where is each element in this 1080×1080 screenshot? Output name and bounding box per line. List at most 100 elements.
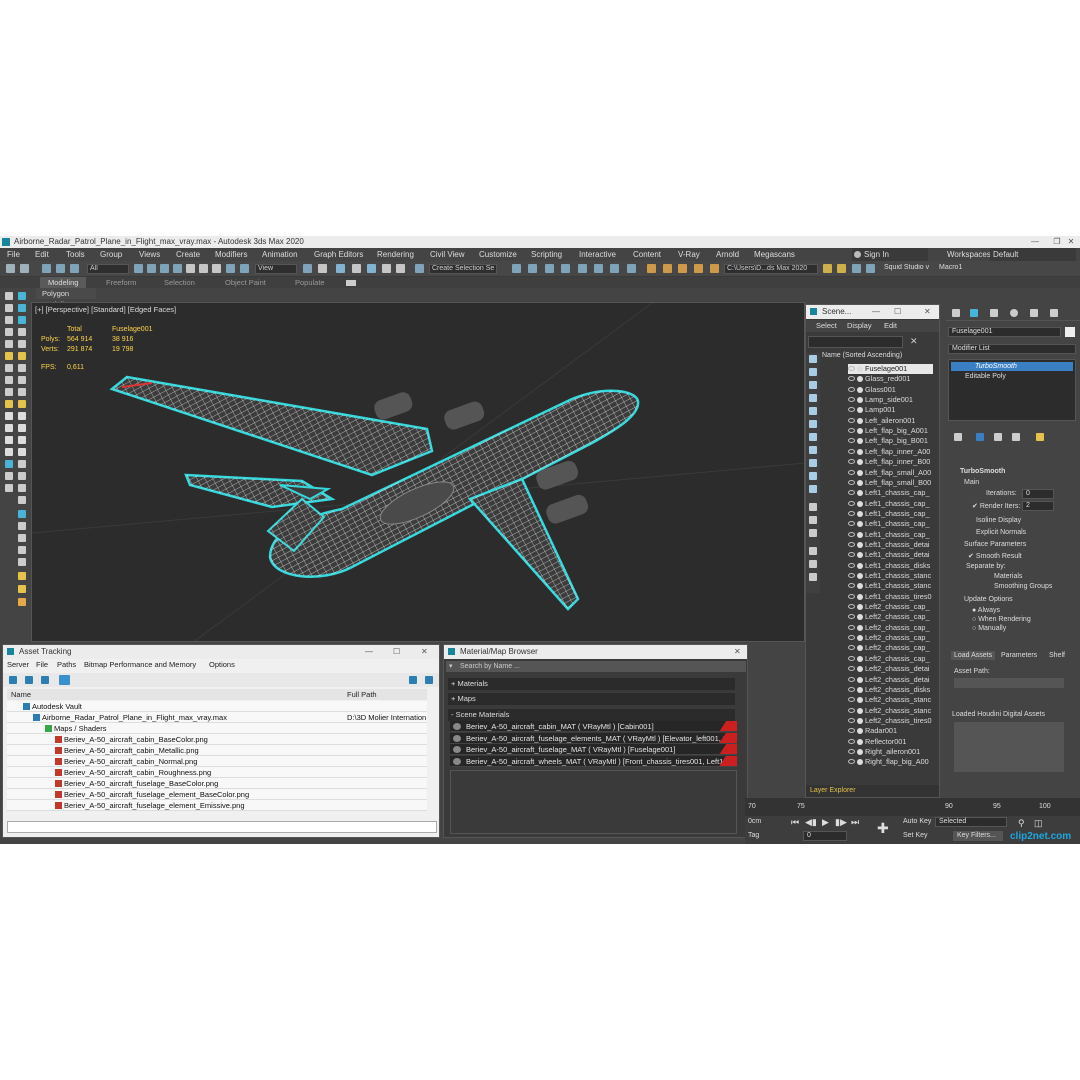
scene-object-row[interactable]: Left1_chassis_cap_ <box>848 488 933 498</box>
table-view-icon[interactable] <box>59 675 70 685</box>
tool-14-icon[interactable] <box>18 364 26 372</box>
menu-customize[interactable]: Customize <box>479 248 517 261</box>
scene-object-row[interactable]: Left1_chassis_detai <box>848 550 933 560</box>
render-frame-icon[interactable] <box>647 264 656 273</box>
scene-object-row[interactable]: Left_flap_big_B001 <box>848 436 933 446</box>
visibility-eye-icon[interactable] <box>848 624 855 630</box>
render-cloud-icon[interactable] <box>710 264 719 273</box>
tool-1-icon[interactable] <box>5 292 13 300</box>
remove-modifier-icon[interactable] <box>1012 433 1020 441</box>
rotate-icon[interactable] <box>199 264 208 273</box>
filter-helpers-icon[interactable] <box>809 407 817 415</box>
freeze-icon[interactable] <box>857 490 863 497</box>
visibility-eye-icon[interactable] <box>848 552 855 558</box>
current-frame-field[interactable]: 0 <box>803 831 847 841</box>
tool-10-icon[interactable] <box>18 340 26 348</box>
filter-groups-icon[interactable] <box>809 433 817 441</box>
scene-object-row[interactable]: Radar001 <box>848 726 933 736</box>
filter-settings-icon[interactable] <box>809 560 817 568</box>
utilities-tab-icon[interactable] <box>1050 309 1058 317</box>
tool-34-icon[interactable] <box>18 484 26 492</box>
scene-object-row[interactable]: Left2_chassis_cap_ <box>848 643 933 653</box>
freeze-icon[interactable] <box>857 655 863 662</box>
asset-row[interactable]: Maps / Shaders <box>7 723 427 734</box>
visibility-eye-icon[interactable] <box>848 759 855 765</box>
iterations-spinner[interactable]: 0 <box>1022 489 1054 499</box>
freeze-icon[interactable] <box>857 552 863 559</box>
asset-path-field[interactable] <box>954 678 1064 688</box>
tool-15-icon[interactable] <box>5 376 13 384</box>
select-manipulate-icon[interactable] <box>318 264 327 273</box>
visibility-eye-icon[interactable] <box>848 707 855 713</box>
scene-search-input[interactable] <box>808 336 903 348</box>
scene-object-row[interactable]: Left1_chassis_cap_ <box>848 530 933 540</box>
visibility-eye-icon[interactable] <box>848 469 855 475</box>
loaded-assets-list[interactable] <box>954 722 1064 772</box>
named-selection-dropdown[interactable]: Create Selection Se <box>429 264 497 274</box>
scene-object-row[interactable]: Glass001 <box>848 385 933 395</box>
object-color-swatch[interactable] <box>1065 327 1075 337</box>
scene-material-item[interactable]: Beriev_A-50_aircraft_fuselage_elements_M… <box>450 732 737 744</box>
stack-item-turbosmooth[interactable]: TurboSmooth <box>951 362 1073 371</box>
scene-object-row[interactable]: Left1_chassis_detai <box>848 540 933 550</box>
materials-section[interactable]: + Materials <box>448 678 735 690</box>
move-icon[interactable] <box>186 264 195 273</box>
visibility-eye-icon[interactable] <box>848 717 855 723</box>
visibility-eye-icon[interactable] <box>848 531 855 537</box>
scene-search-clear-icon[interactable]: ✕ <box>910 336 918 347</box>
ribbon-toggle-icon[interactable] <box>346 280 356 286</box>
menu-animation[interactable]: Animation <box>262 248 298 261</box>
tool-41-icon[interactable] <box>18 572 26 580</box>
column-full-path[interactable]: Full Path <box>347 689 377 700</box>
scene-menu-select[interactable]: Select <box>816 320 837 332</box>
tool-8-icon[interactable] <box>18 328 26 336</box>
make-unique-icon[interactable] <box>994 433 1002 441</box>
filter-shapes-icon[interactable] <box>809 368 817 376</box>
render-production-icon[interactable] <box>663 264 672 273</box>
scale-icon[interactable] <box>212 264 221 273</box>
scene-object-row[interactable]: Left2_chassis_cap_ <box>848 623 933 633</box>
scene-list-header[interactable]: Name (Sorted Ascending) <box>822 352 939 362</box>
visibility-eye-icon[interactable] <box>848 386 855 392</box>
filter-cameras-icon[interactable] <box>809 394 817 402</box>
list-view-icon[interactable] <box>41 676 49 684</box>
tool-18-icon[interactable] <box>18 388 26 396</box>
render-activeshade-icon[interactable] <box>694 264 703 273</box>
freeze-icon[interactable] <box>857 604 863 611</box>
freeze-icon[interactable] <box>857 376 863 383</box>
curve-editor-icon[interactable] <box>578 264 587 273</box>
snaps-toggle-icon[interactable] <box>352 264 361 273</box>
visibility-eye-icon[interactable] <box>848 562 855 568</box>
scene-minimize-button[interactable]: — <box>872 305 880 319</box>
filter-geometry-icon[interactable] <box>809 355 817 363</box>
tool-30-icon[interactable] <box>18 460 26 468</box>
asset-row[interactable]: Beriev_A-50_aircraft_fuselage_BaseColor.… <box>7 778 427 789</box>
auto-key-button[interactable]: Auto Key <box>903 818 931 825</box>
filter-all-icon[interactable] <box>809 503 817 511</box>
tool-37-icon[interactable] <box>18 522 26 530</box>
vault-icon[interactable] <box>9 676 17 684</box>
scene-object-row[interactable]: Left_aileron001 <box>848 416 933 426</box>
tool-39-icon[interactable] <box>18 546 26 554</box>
filter-frozen-icon[interactable] <box>809 485 817 493</box>
column-name[interactable]: Name <box>11 689 31 700</box>
tab-parameters[interactable]: Parameters <box>1001 652 1037 659</box>
tab-load-assets[interactable]: Load Assets <box>951 651 996 660</box>
visibility-eye-icon[interactable] <box>848 490 855 496</box>
menu-arnold[interactable]: Arnold <box>716 248 739 261</box>
scene-object-row[interactable]: Right_aileron001 <box>848 747 933 757</box>
tool-32-icon[interactable] <box>18 472 26 480</box>
scene-material-item[interactable]: Beriev_A-50_aircraft_fuselage_MAT ( VRay… <box>450 744 737 755</box>
tool-5-icon[interactable] <box>5 316 13 324</box>
scene-object-row[interactable]: Reflector001 <box>848 737 933 747</box>
freeze-icon[interactable] <box>857 707 863 714</box>
percent-snap-icon[interactable] <box>382 264 391 273</box>
menu-create[interactable]: Create <box>176 248 200 261</box>
scene-object-row[interactable]: Left1_chassis_stanc <box>848 571 933 581</box>
scene-object-row[interactable]: Left1_chassis_cap_ <box>848 519 933 529</box>
visibility-eye-icon[interactable] <box>848 635 855 641</box>
scene-object-row[interactable]: Fuselage001 <box>848 364 933 375</box>
tool-29-icon[interactable] <box>5 460 13 468</box>
tool-36-icon[interactable] <box>18 510 26 518</box>
filter-invert-icon[interactable] <box>809 529 817 537</box>
